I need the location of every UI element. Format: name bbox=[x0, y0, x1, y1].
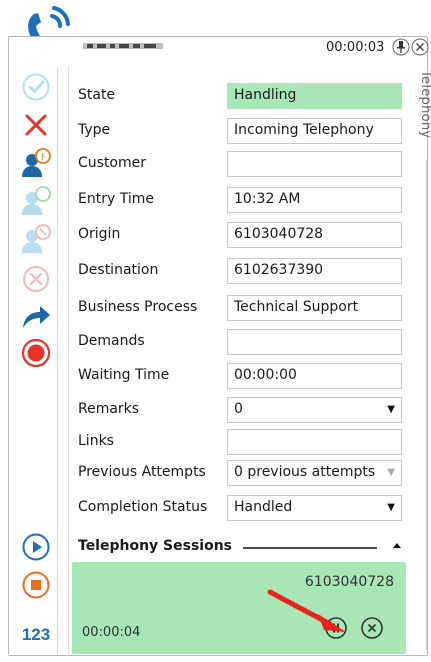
cross-icon bbox=[25, 114, 47, 136]
state-field: Handling bbox=[227, 83, 402, 109]
cancel-circle-icon bbox=[23, 266, 49, 292]
waiting-time-field[interactable]: 00:00:00 bbox=[227, 363, 402, 389]
play-icon bbox=[22, 533, 50, 561]
assign-customer-button[interactable]: ! bbox=[16, 146, 56, 180]
collapse-up-icon[interactable] bbox=[391, 539, 403, 551]
row-state: State Handling bbox=[69, 80, 409, 112]
forward-arrow-icon bbox=[23, 306, 50, 328]
cancel-button[interactable] bbox=[16, 262, 56, 296]
row-remarks: Remarks 0 ▼ bbox=[69, 394, 409, 426]
session-phone-number: 6103040728 bbox=[304, 574, 394, 590]
sessions-divider bbox=[243, 547, 377, 549]
row-demands: Demands bbox=[69, 326, 409, 358]
previous-attempts-label: Previous Attempts bbox=[78, 464, 206, 480]
consult-button[interactable] bbox=[16, 184, 56, 218]
completion-status-value: Handled bbox=[234, 499, 293, 515]
demands-field[interactable] bbox=[227, 329, 402, 355]
dropdown-arrow-icon: ▼ bbox=[387, 404, 395, 415]
entry-time-label: Entry Time bbox=[78, 191, 154, 207]
links-field[interactable] bbox=[227, 429, 402, 455]
cancel-consult-button[interactable] bbox=[16, 222, 56, 256]
close-circle-icon[interactable] bbox=[360, 616, 384, 640]
type-field[interactable]: Incoming Telephony bbox=[227, 118, 402, 144]
customer-field[interactable] bbox=[227, 151, 402, 177]
row-links: Links bbox=[69, 426, 409, 458]
pause-icon[interactable] bbox=[324, 616, 348, 640]
completion-status-label: Completion Status bbox=[78, 499, 208, 515]
user-chat-icon bbox=[22, 186, 51, 215]
links-label: Links bbox=[78, 433, 114, 449]
entry-time-field[interactable]: 10:32 AM bbox=[227, 187, 402, 213]
destination-field[interactable]: 6102637390 bbox=[227, 258, 402, 284]
interaction-timer: 00:00:03 bbox=[326, 40, 385, 55]
user-phone-icon: ! bbox=[22, 148, 51, 177]
remarks-select[interactable]: 0 ▼ bbox=[227, 397, 402, 423]
row-origin: Origin 6103040728 bbox=[69, 219, 409, 251]
origin-label: Origin bbox=[78, 226, 121, 242]
row-entry-time: Entry Time 10:32 AM bbox=[69, 184, 409, 216]
reject-button[interactable] bbox=[16, 108, 56, 142]
remarks-label: Remarks bbox=[78, 401, 140, 417]
stop-button[interactable] bbox=[16, 568, 56, 602]
row-completion-status: Completion Status Handled ▼ bbox=[69, 492, 409, 524]
row-waiting-time: Waiting Time 00:00:00 bbox=[69, 360, 409, 392]
keypad-button[interactable]: 123 bbox=[16, 618, 56, 652]
panel-title-bar: 00:00:03 bbox=[8, 36, 429, 62]
type-label: Type bbox=[78, 122, 111, 138]
waiting-time-label: Waiting Time bbox=[78, 367, 170, 383]
demands-label: Demands bbox=[78, 333, 145, 349]
dropdown-arrow-icon: ▼ bbox=[387, 467, 395, 478]
previous-attempts-select[interactable]: 0 previous attempts ▼ bbox=[227, 460, 402, 486]
transfer-button[interactable] bbox=[16, 300, 56, 334]
user-chat-cancel-icon bbox=[22, 224, 51, 253]
side-tab-telephony[interactable]: Telephony bbox=[418, 70, 431, 138]
telephony-sessions-header: Telephony Sessions bbox=[78, 538, 233, 554]
row-destination: Destination 6102637390 bbox=[69, 255, 409, 287]
row-type: Type Incoming Telephony bbox=[69, 115, 409, 147]
row-previous-attempts: Previous Attempts 0 previous attempts ▼ bbox=[69, 457, 409, 489]
action-toolbar: ! 123 bbox=[14, 68, 58, 654]
close-icon[interactable] bbox=[411, 38, 429, 56]
interaction-details: State Handling Type Incoming Telephony C… bbox=[68, 66, 408, 656]
origin-field[interactable]: 6103040728 bbox=[227, 222, 402, 248]
row-customer: Customer bbox=[69, 148, 409, 180]
svg-text:!: ! bbox=[41, 152, 44, 162]
customer-label: Customer bbox=[78, 155, 147, 171]
completion-status-select[interactable]: Handled ▼ bbox=[227, 495, 402, 521]
business-process-label: Business Process bbox=[78, 299, 198, 315]
dropdown-arrow-icon: ▼ bbox=[387, 502, 395, 513]
remarks-value: 0 bbox=[234, 401, 243, 417]
telephony-session-card: 6103040728 00:00:04 bbox=[72, 562, 406, 654]
previous-attempts-value: 0 previous attempts bbox=[234, 464, 376, 480]
record-icon bbox=[21, 338, 51, 368]
session-duration: 00:00:04 bbox=[82, 625, 141, 640]
play-button[interactable] bbox=[16, 530, 56, 564]
destination-label: Destination bbox=[78, 262, 159, 278]
business-process-field[interactable]: Technical Support bbox=[227, 295, 402, 321]
stop-icon bbox=[22, 571, 50, 599]
row-business-process: Business Process Technical Support bbox=[69, 292, 409, 324]
checkmark-icon bbox=[22, 73, 50, 101]
accept-button[interactable] bbox=[16, 70, 56, 104]
record-button[interactable] bbox=[16, 336, 56, 370]
pin-icon[interactable] bbox=[392, 38, 410, 56]
call-id-scribble bbox=[83, 43, 163, 49]
side-tab-divider bbox=[426, 160, 427, 650]
state-label: State bbox=[78, 87, 116, 103]
